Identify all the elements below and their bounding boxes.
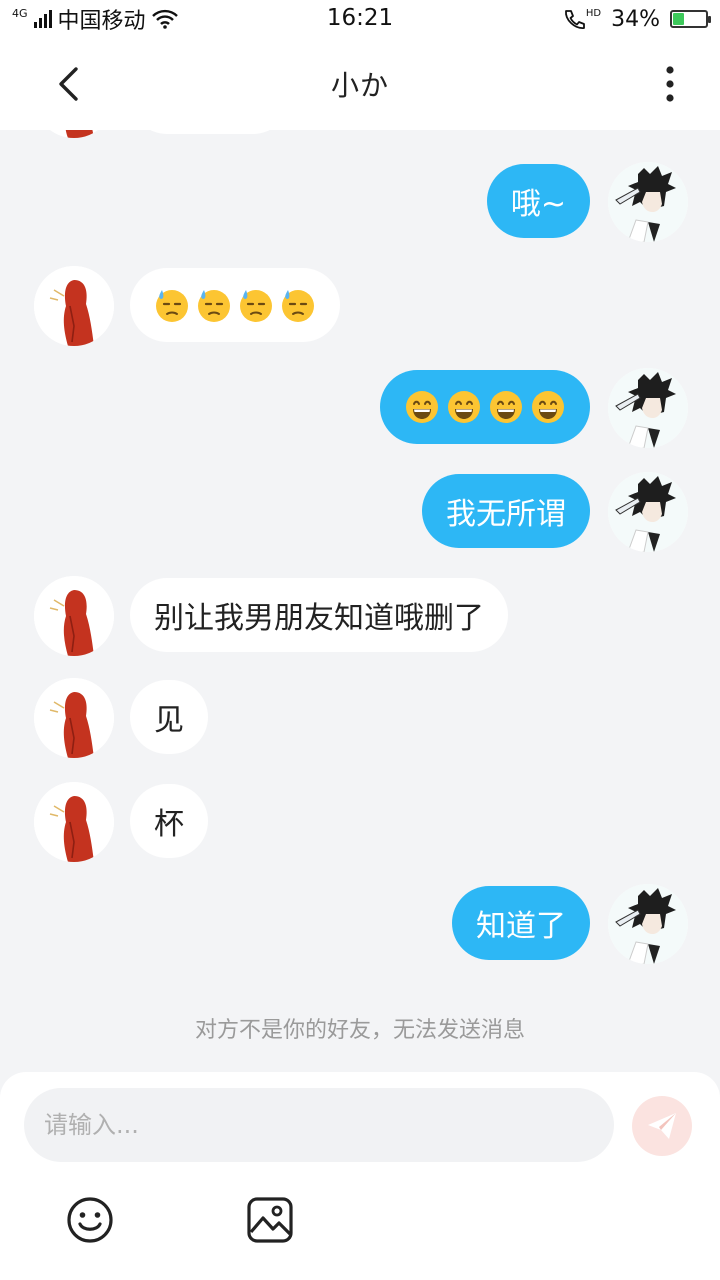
my-avatar[interactable]	[608, 472, 688, 552]
message-bubble[interactable]: 哦~	[486, 164, 590, 238]
image-button[interactable]	[246, 1196, 294, 1244]
contact-avatar[interactable]	[34, 678, 114, 758]
more-vertical-icon	[666, 66, 674, 102]
not-friend-notice: 对方不是你的好友，无法发送消息	[194, 1018, 525, 1043]
downcast-sweat-face-icon	[198, 290, 230, 322]
contact-avatar[interactable]	[34, 576, 114, 656]
message-list[interactable]: 哦~ 我无所谓 别让我男朋友知道哦删了 见 杯 知道了	[0, 130, 720, 1070]
downcast-sweat-face-icon	[240, 290, 272, 322]
my-avatar[interactable]	[608, 162, 688, 242]
emoji-row	[404, 389, 566, 425]
message-bubble[interactable]: 别让我男朋友知道哦删了	[130, 578, 508, 652]
message-bubble[interactable]: 杯	[130, 784, 208, 858]
message-bubble[interactable]: 知道了	[452, 886, 590, 960]
grinning-face-icon	[448, 391, 480, 423]
message-bubble[interactable]	[380, 370, 590, 444]
message-bubble[interactable]: 我无所谓	[422, 474, 590, 548]
chevron-left-icon	[59, 67, 78, 101]
downcast-sweat-face-icon	[156, 290, 188, 322]
message-input[interactable]	[24, 1088, 614, 1162]
my-avatar[interactable]	[608, 368, 688, 448]
send-icon	[648, 1113, 676, 1139]
grinning-face-icon	[532, 391, 564, 423]
grinning-face-icon	[406, 391, 438, 423]
grinning-face-icon	[490, 391, 522, 423]
status-bar: 4G 中国移动 16:21 HD 34%	[0, 0, 720, 38]
composer	[0, 1072, 720, 1280]
message-bubble[interactable]: 见	[130, 680, 208, 754]
battery-fill	[673, 13, 684, 25]
contact-avatar[interactable]	[34, 782, 114, 862]
battery-icon	[670, 10, 711, 28]
downcast-sweat-face-icon	[282, 290, 314, 322]
back-button[interactable]	[44, 60, 92, 108]
chat-header: 小か	[0, 38, 720, 130]
contact-avatar[interactable]	[34, 130, 114, 138]
emoji-button[interactable]	[66, 1196, 114, 1244]
more-options-button[interactable]	[646, 60, 694, 108]
send-button[interactable]	[632, 1096, 692, 1156]
contact-avatar[interactable]	[34, 266, 114, 346]
chat-title: 小か	[330, 69, 389, 102]
message-bubble[interactable]	[130, 130, 290, 134]
image-icon	[247, 1197, 293, 1243]
status-time: 16:21	[326, 5, 394, 31]
smiley-icon	[67, 1197, 113, 1243]
message-bubble[interactable]	[130, 268, 340, 342]
my-avatar[interactable]	[608, 884, 688, 964]
emoji-row	[154, 287, 316, 323]
